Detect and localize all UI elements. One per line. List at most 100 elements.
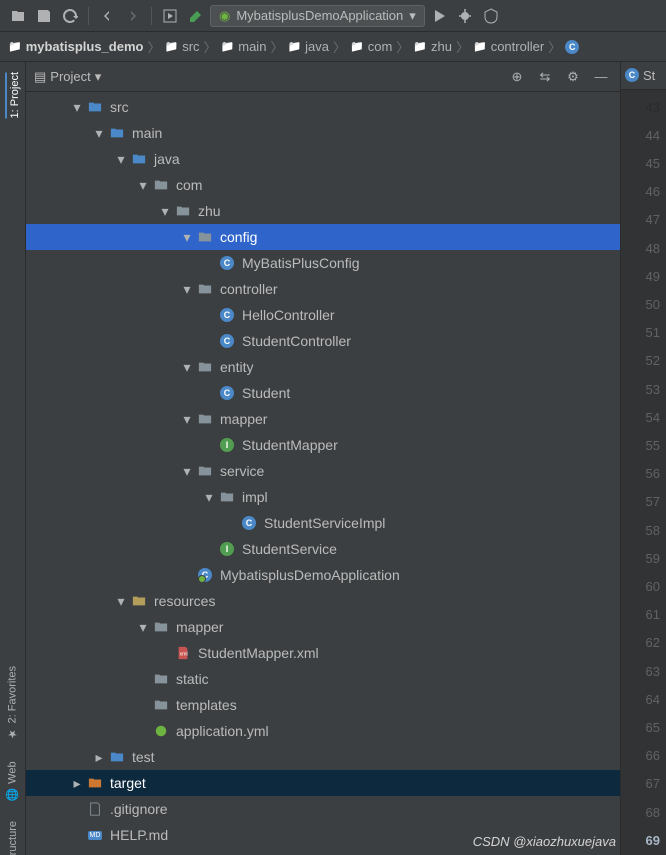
forward-icon[interactable]	[121, 4, 145, 28]
line-number[interactable]: 62	[646, 629, 660, 657]
tree-node[interactable]: ▾src	[26, 94, 620, 120]
line-number[interactable]: 51	[646, 319, 660, 347]
line-number[interactable]: 48	[646, 235, 660, 263]
run-icon[interactable]	[427, 4, 451, 28]
chevron-down-icon[interactable]: ▾	[136, 620, 150, 634]
chevron-down-icon[interactable]: ▾	[180, 360, 194, 374]
tree-node[interactable]: ▾zhu	[26, 198, 620, 224]
line-number[interactable]: 43	[646, 94, 660, 122]
chevron-down-icon[interactable]: ▾	[158, 204, 172, 218]
chevron-down-icon[interactable]: ▾	[180, 230, 194, 244]
tree-node[interactable]: CStudentController	[26, 328, 620, 354]
coverage-icon[interactable]	[479, 4, 503, 28]
line-number[interactable]: 52	[646, 347, 660, 375]
line-number[interactable]: 55	[646, 432, 660, 460]
tree-node[interactable]: ▾com	[26, 172, 620, 198]
tree-node[interactable]: ▸target	[26, 770, 620, 796]
target-icon[interactable]: ⊕	[506, 66, 528, 88]
tree-node[interactable]: ▾mapper	[26, 614, 620, 640]
tree-node[interactable]: xmlStudentMapper.xml	[26, 640, 620, 666]
tree-node[interactable]: ▾mapper	[26, 406, 620, 432]
chevron-down-icon[interactable]: ▾	[180, 464, 194, 478]
project-tree[interactable]: ▾src▾main▾java▾com▾zhu▾configCMyBatisPlu…	[26, 92, 620, 855]
breadcrumb-item[interactable]: 📁main	[221, 39, 267, 54]
breadcrumb-item[interactable]: 📁com	[350, 39, 392, 54]
line-number[interactable]: 66	[646, 742, 660, 770]
tree-node[interactable]: IStudentService	[26, 536, 620, 562]
tree-node[interactable]: ▾java	[26, 146, 620, 172]
chevron-down-icon[interactable]: ▾	[180, 282, 194, 296]
breadcrumb-item[interactable]: 📁mybatisplus_demo	[8, 39, 143, 54]
line-number[interactable]: 57	[646, 488, 660, 516]
tree-node[interactable]: CStudent	[26, 380, 620, 406]
chevron-down-icon[interactable]: ▾	[114, 594, 128, 608]
line-number[interactable]: 67	[646, 770, 660, 798]
breadcrumb-item[interactable]: 📁zhu	[413, 39, 452, 54]
tree-node[interactable]: static	[26, 666, 620, 692]
tree-node[interactable]: ▾main	[26, 120, 620, 146]
debug-icon[interactable]	[453, 4, 477, 28]
tree-node[interactable]: CHelloController	[26, 302, 620, 328]
tree-node[interactable]: templates	[26, 692, 620, 718]
web-tool-button[interactable]: 🌐Web	[6, 761, 19, 801]
line-number[interactable]: 45	[646, 150, 660, 178]
tree-node[interactable]: ▾entity	[26, 354, 620, 380]
chevron-right-icon[interactable]: ▸	[70, 776, 84, 790]
tree-node[interactable]: .gitignore	[26, 796, 620, 822]
chevron-right-icon[interactable]: ▸	[92, 750, 106, 764]
breadcrumb-item[interactable]: 📁java	[287, 39, 329, 54]
minimize-icon[interactable]: —	[590, 66, 612, 88]
build-icon[interactable]	[184, 4, 208, 28]
line-number[interactable]: 44	[646, 122, 660, 150]
save-icon[interactable]	[32, 4, 56, 28]
chevron-down-icon[interactable]: ▾	[92, 126, 106, 140]
tree-node[interactable]: CMybatisplusDemoApplication	[26, 562, 620, 588]
structure-tool-button[interactable]: ructure	[7, 821, 19, 855]
select-run-icon[interactable]	[158, 4, 182, 28]
chevron-down-icon[interactable]: ▾	[202, 490, 216, 504]
chevron-down-icon[interactable]: ▾	[114, 152, 128, 166]
line-number[interactable]: 69	[646, 827, 660, 855]
line-number[interactable]: 60	[646, 573, 660, 601]
breadcrumb-item[interactable]: 📁src	[164, 39, 199, 54]
tree-node[interactable]: ▾resources	[26, 588, 620, 614]
line-number[interactable]: 59	[646, 545, 660, 573]
collapse-icon[interactable]: ⇆	[534, 66, 556, 88]
line-number[interactable]: 61	[646, 601, 660, 629]
favorites-tool-button[interactable]: ★2: Favorites	[6, 666, 19, 740]
line-number[interactable]: 64	[646, 686, 660, 714]
tree-node[interactable]: application.yml	[26, 718, 620, 744]
tree-node[interactable]: IStudentMapper	[26, 432, 620, 458]
tree-node[interactable]: ▾impl	[26, 484, 620, 510]
project-view-selector[interactable]: ▤ Project ▾	[34, 69, 101, 85]
tree-node[interactable]: CStudentServiceImpl	[26, 510, 620, 536]
chevron-down-icon[interactable]: ▾	[180, 412, 194, 426]
line-number[interactable]: 49	[646, 263, 660, 291]
tree-node[interactable]: CMyBatisPlusConfig	[26, 250, 620, 276]
breadcrumb-item[interactable]: 📁controller	[473, 39, 544, 54]
back-icon[interactable]	[95, 4, 119, 28]
tree-node[interactable]: ▾config	[26, 224, 620, 250]
gear-icon[interactable]: ⚙	[562, 66, 584, 88]
chevron-down-icon[interactable]: ▾	[136, 178, 150, 192]
project-tool-button[interactable]: 1: Project	[5, 72, 21, 118]
line-number[interactable]: 58	[646, 517, 660, 545]
line-number[interactable]: 63	[646, 658, 660, 686]
chevron-down-icon[interactable]: ▾	[70, 100, 84, 114]
editor-tab[interactable]: C St	[621, 68, 659, 83]
line-number[interactable]: 47	[646, 206, 660, 234]
line-number[interactable]: 53	[646, 376, 660, 404]
line-number[interactable]: 46	[646, 178, 660, 206]
tree-node[interactable]: ▸test	[26, 744, 620, 770]
line-number[interactable]: 50	[646, 291, 660, 319]
breadcrumb-item[interactable]: C	[565, 40, 583, 54]
tree-node[interactable]: ▾controller	[26, 276, 620, 302]
line-number[interactable]: 68	[646, 799, 660, 827]
line-number[interactable]: 65	[646, 714, 660, 742]
open-icon[interactable]	[6, 4, 30, 28]
line-number[interactable]: 54	[646, 404, 660, 432]
run-config-dropdown[interactable]: ◉ MybatisplusDemoApplication ▾	[210, 5, 425, 27]
sync-icon[interactable]	[58, 4, 82, 28]
tree-node[interactable]: ▾service	[26, 458, 620, 484]
line-number[interactable]: 56	[646, 460, 660, 488]
